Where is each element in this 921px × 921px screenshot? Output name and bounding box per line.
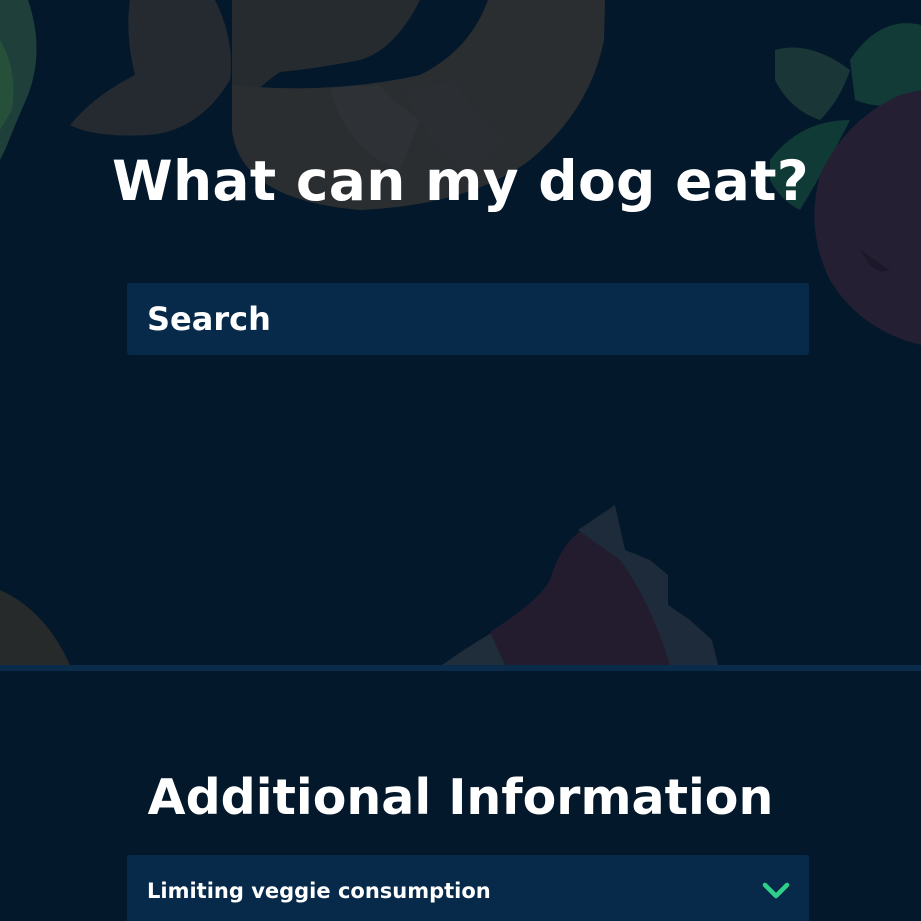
search-box — [127, 283, 809, 355]
accordion-label: Limiting veggie consumption — [147, 879, 491, 903]
hero-section: What can my dog eat? — [0, 0, 921, 665]
additional-info-section: Additional Information Limiting veggie c… — [0, 671, 921, 921]
accordion-item-limiting-veggie-consumption[interactable]: Limiting veggie consumption — [127, 855, 809, 921]
vegetable-illustration-left — [0, 590, 70, 665]
section-title: Additional Information — [147, 769, 774, 826]
vegetable-illustration-bottom — [442, 505, 718, 665]
search-input[interactable] — [127, 283, 809, 355]
page: What can my dog eat? Additional Informat… — [0, 0, 921, 921]
leafy-greens-illustration — [0, 0, 37, 160]
page-title: What can my dog eat? — [112, 149, 809, 213]
chevron-down-icon[interactable] — [761, 879, 791, 903]
